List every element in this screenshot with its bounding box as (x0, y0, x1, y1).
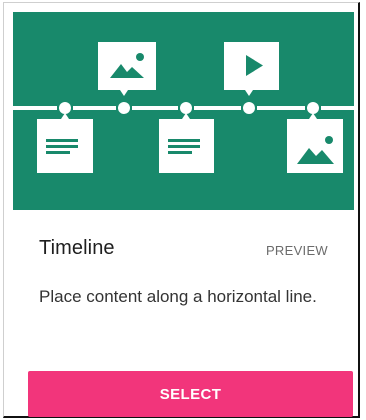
text-document-icon (159, 113, 214, 173)
text-document-icon (37, 113, 93, 173)
timeline-dot (180, 102, 192, 114)
timeline-illustration (13, 12, 354, 210)
timeline-dot (59, 102, 71, 114)
play-icon (224, 42, 279, 96)
timeline-dot (118, 102, 130, 114)
preview-link[interactable]: PREVIEW (266, 243, 328, 258)
timeline-graphic (13, 42, 354, 173)
image-icon (287, 113, 343, 173)
card-description: Place content along a horizontal line. (39, 287, 317, 306)
timeline-dot (243, 102, 255, 114)
template-card[interactable]: Timeline PREVIEW Place content along a h… (3, 2, 360, 418)
image-icon (98, 42, 156, 96)
timeline-dot (307, 102, 319, 114)
select-button[interactable]: SELECT (28, 371, 353, 417)
card-title: Timeline (39, 237, 115, 259)
